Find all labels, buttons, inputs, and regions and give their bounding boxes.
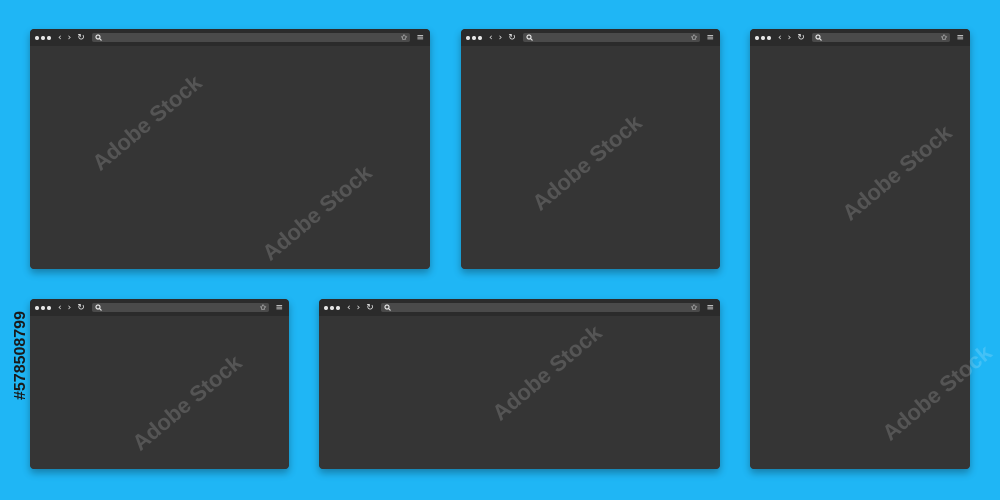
menu-icon[interactable]: ≡ — [706, 33, 714, 43]
browser-toolbar: ‹ › ↻ ✩ ≡ — [319, 299, 720, 316]
stock-id-label: #578508799 — [12, 311, 29, 400]
reload-icon[interactable]: ↻ — [77, 303, 85, 313]
browser-window-2: ‹ › ↻ ✩ ≡ — [461, 29, 720, 269]
address-bar[interactable]: ✩ — [522, 33, 701, 42]
browser-content — [30, 316, 289, 469]
search-icon — [94, 33, 103, 42]
back-icon[interactable]: ‹ — [58, 33, 62, 43]
browser-toolbar: ‹ › ↻ ✩ ≡ — [750, 29, 970, 46]
menu-icon[interactable]: ≡ — [275, 303, 283, 313]
browser-toolbar: ‹ › ↻ ✩ ≡ — [461, 29, 720, 46]
browser-toolbar: ‹ › ↻ ✩ ≡ — [30, 29, 430, 46]
star-icon[interactable]: ✩ — [691, 33, 698, 42]
menu-icon[interactable]: ≡ — [416, 33, 424, 43]
search-icon — [94, 303, 103, 312]
menu-icon[interactable]: ≡ — [706, 303, 714, 313]
address-bar[interactable]: ✩ — [380, 303, 701, 312]
forward-icon[interactable]: › — [68, 33, 72, 43]
browser-window-1: ‹ › ↻ ✩ ≡ — [30, 29, 430, 269]
browser-toolbar: ‹ › ↻ ✩ ≡ — [30, 299, 289, 316]
window-controls-dots[interactable] — [755, 35, 771, 40]
back-icon[interactable]: ‹ — [778, 33, 782, 43]
star-icon[interactable]: ✩ — [941, 33, 948, 42]
forward-icon[interactable]: › — [357, 303, 361, 313]
browser-content — [750, 46, 970, 469]
window-controls-dots[interactable] — [466, 35, 482, 40]
address-bar[interactable]: ✩ — [91, 33, 411, 42]
reload-icon[interactable]: ↻ — [366, 303, 374, 313]
star-icon[interactable]: ✩ — [691, 303, 698, 312]
browser-window-4: ‹ › ↻ ✩ ≡ — [30, 299, 289, 469]
star-icon[interactable]: ✩ — [401, 33, 408, 42]
back-icon[interactable]: ‹ — [58, 303, 62, 313]
window-controls-dots[interactable] — [35, 305, 51, 310]
forward-icon[interactable]: › — [788, 33, 792, 43]
back-icon[interactable]: ‹ — [489, 33, 493, 43]
window-controls-dots[interactable] — [324, 305, 340, 310]
back-icon[interactable]: ‹ — [347, 303, 351, 313]
reload-icon[interactable]: ↻ — [508, 33, 516, 43]
star-icon[interactable]: ✩ — [260, 303, 267, 312]
reload-icon[interactable]: ↻ — [77, 33, 85, 43]
address-bar[interactable]: ✩ — [91, 303, 270, 312]
menu-icon[interactable]: ≡ — [956, 33, 964, 43]
forward-icon[interactable]: › — [499, 33, 503, 43]
search-icon — [525, 33, 534, 42]
address-bar[interactable]: ✩ — [811, 33, 951, 42]
forward-icon[interactable]: › — [68, 303, 72, 313]
browser-content — [461, 46, 720, 269]
window-controls-dots[interactable] — [35, 35, 51, 40]
search-icon — [814, 33, 823, 42]
search-icon — [383, 303, 392, 312]
browser-window-3: ‹ › ↻ ✩ ≡ — [750, 29, 970, 469]
reload-icon[interactable]: ↻ — [797, 33, 805, 43]
browser-content — [319, 316, 720, 469]
browser-window-5: ‹ › ↻ ✩ ≡ — [319, 299, 720, 469]
browser-content — [30, 46, 430, 269]
